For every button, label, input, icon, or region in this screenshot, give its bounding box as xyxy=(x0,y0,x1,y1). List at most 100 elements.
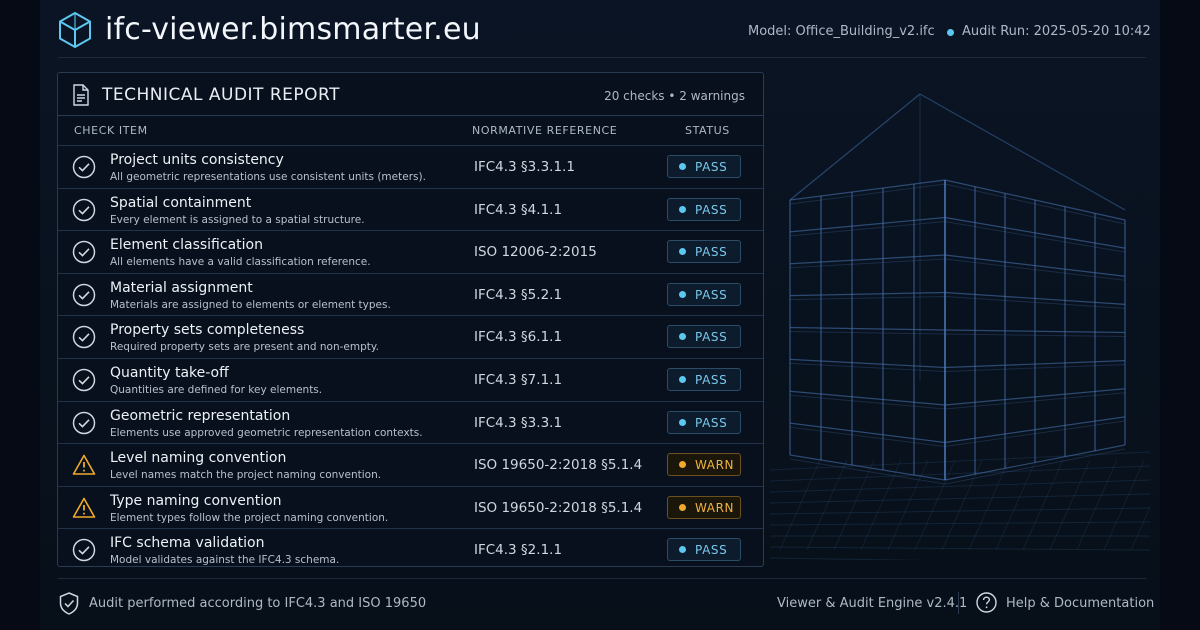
check-item-title: Spatial containment xyxy=(110,194,252,211)
status-badge: PASS xyxy=(667,538,741,562)
footer-divider xyxy=(58,578,1146,579)
normative-reference: IFC4.3 §7.1.1 xyxy=(474,371,563,388)
panel-header: TECHNICAL AUDIT REPORT 20 checks • 2 war… xyxy=(58,73,763,116)
audit-status-dot xyxy=(947,29,954,36)
check-item-title: IFC schema validation xyxy=(110,535,265,552)
report-title: TECHNICAL AUDIT REPORT xyxy=(102,85,340,105)
normative-reference: IFC4.3 §3.3.1.1 xyxy=(474,159,575,175)
check-circle-icon xyxy=(72,539,96,562)
normative-reference: IFC4.3 §4.1.1 xyxy=(474,201,563,218)
status-badge: PASS xyxy=(667,367,741,391)
status-label: WARN xyxy=(695,458,735,473)
status-label: PASS xyxy=(695,415,728,430)
status-badge: PASS xyxy=(667,282,741,306)
status-dot xyxy=(679,333,686,341)
audit-report-panel: TECHNICAL AUDIT REPORT 20 checks • 2 war… xyxy=(57,72,764,567)
check-item-description: All elements have a valid classification… xyxy=(110,256,371,269)
audit-row[interactable]: Quantity take-off Quantities are defined … xyxy=(58,357,763,401)
cube-logo-icon xyxy=(59,12,91,48)
check-item-description: Materials are assigned to elements or el… xyxy=(110,298,391,311)
status-label: PASS xyxy=(695,160,728,174)
check-circle-icon xyxy=(72,283,96,307)
status-dot xyxy=(679,375,686,383)
column-header-check-item[interactable]: CHECK ITEM xyxy=(74,124,148,137)
help-question-icon[interactable] xyxy=(976,592,997,613)
check-item-description: Element types follow the project naming … xyxy=(110,511,389,524)
warning-triangle-icon xyxy=(72,497,96,518)
check-item-description: Required property sets are present and n… xyxy=(110,341,379,354)
audit-check-list: Project units consistency All geometric r… xyxy=(58,145,763,571)
audit-row[interactable]: IFC schema validation Model validates aga… xyxy=(58,528,763,571)
status-dot xyxy=(679,248,686,256)
normative-reference: IFC4.3 §2.1.1 xyxy=(474,542,563,559)
column-header-reference[interactable]: NORMATIVE REFERENCE xyxy=(472,124,617,137)
audit-row[interactable]: Project units consistency All geometric r… xyxy=(58,145,763,188)
document-icon xyxy=(73,84,89,106)
audit-row[interactable]: Geometric representation Elements use app… xyxy=(58,400,763,444)
check-circle-icon xyxy=(72,326,96,349)
check-item-description: Quantities are defined for key elements. xyxy=(110,383,323,396)
column-header-status[interactable]: STATUS xyxy=(685,124,730,137)
check-item-title: Type naming convention xyxy=(110,492,282,509)
help-documentation-link[interactable]: Help & Documentation xyxy=(1006,596,1154,611)
check-item-description: All geometric representations use consis… xyxy=(110,171,426,183)
check-circle-icon xyxy=(72,155,96,179)
check-item-description: Model validates against the IFC4.3 schem… xyxy=(110,554,340,567)
check-item-title: Quantity take-off xyxy=(110,364,229,381)
audit-row[interactable]: Material assignment Materials are assigne… xyxy=(58,272,763,316)
check-item-title: Element classification xyxy=(110,237,263,254)
status-dot xyxy=(679,503,686,511)
check-circle-icon xyxy=(72,368,96,392)
status-label: PASS xyxy=(695,202,728,217)
status-label: PASS xyxy=(695,245,728,260)
warning-triangle-icon xyxy=(72,454,96,475)
status-label: WARN xyxy=(695,500,735,515)
check-circle-icon xyxy=(72,240,96,264)
status-badge: PASS xyxy=(667,240,741,264)
status-badge: WARN xyxy=(667,495,741,519)
check-item-title: Property sets completeness xyxy=(110,322,305,339)
check-item-title: Geometric representation xyxy=(110,407,291,424)
footer-separator xyxy=(958,592,959,614)
normative-reference: ISO 19650-2:2018 §5.1.4 xyxy=(474,457,643,474)
audit-run-timestamp: Audit Run: 2025-05-20 10:42 xyxy=(962,24,1151,39)
report-summary: 20 checks • 2 warnings xyxy=(604,89,745,103)
status-label: PASS xyxy=(695,543,728,558)
status-label: PASS xyxy=(695,330,728,345)
check-item-title: Level naming convention xyxy=(110,450,287,467)
normative-reference: IFC4.3 §6.1.1 xyxy=(474,329,563,346)
audit-row[interactable]: Element classification All elements have … xyxy=(58,230,763,273)
header-divider xyxy=(58,57,1146,58)
check-item-description: Every element is assigned to a spatial s… xyxy=(110,213,365,226)
model-name: Model: Office_Building_v2.ifc xyxy=(748,24,935,39)
status-dot xyxy=(679,546,686,554)
building-wireframe-illustration xyxy=(770,93,1150,560)
check-circle-icon xyxy=(72,411,96,434)
normative-reference: IFC4.3 §3.3.1 xyxy=(474,414,563,431)
audit-row[interactable]: Property sets completeness Required prope… xyxy=(58,315,763,358)
status-dot xyxy=(679,418,686,426)
shield-icon xyxy=(59,592,79,615)
audit-row[interactable]: Type naming convention Element types foll… xyxy=(58,485,763,529)
status-dot xyxy=(679,205,686,213)
status-badge: PASS xyxy=(667,197,741,221)
status-badge: PASS xyxy=(667,155,741,178)
status-badge: WARN xyxy=(667,453,741,477)
status-dot xyxy=(679,461,686,469)
audit-standard-note: Audit performed according to IFC4.3 and … xyxy=(89,596,427,611)
status-badge: PASS xyxy=(667,325,741,349)
site-title[interactable]: ifc-viewer.bimsmarter.eu xyxy=(105,10,481,50)
status-label: PASS xyxy=(695,372,728,387)
status-label: PASS xyxy=(695,287,728,302)
audit-row[interactable]: Level naming convention Level names match… xyxy=(58,443,763,486)
check-item-description: Elements use approved geometric represen… xyxy=(110,426,423,439)
normative-reference: IFC4.3 §5.2.1 xyxy=(474,286,563,303)
check-item-title: Material assignment xyxy=(110,279,253,296)
status-dot xyxy=(679,290,686,298)
normative-reference: ISO 12006-2:2015 xyxy=(474,244,597,261)
audit-row[interactable]: Spatial containment Every element is assi… xyxy=(58,187,763,231)
check-circle-icon xyxy=(72,198,96,221)
check-item-title: Project units consistency xyxy=(110,152,284,168)
status-badge: PASS xyxy=(667,410,741,434)
status-dot xyxy=(679,163,686,170)
